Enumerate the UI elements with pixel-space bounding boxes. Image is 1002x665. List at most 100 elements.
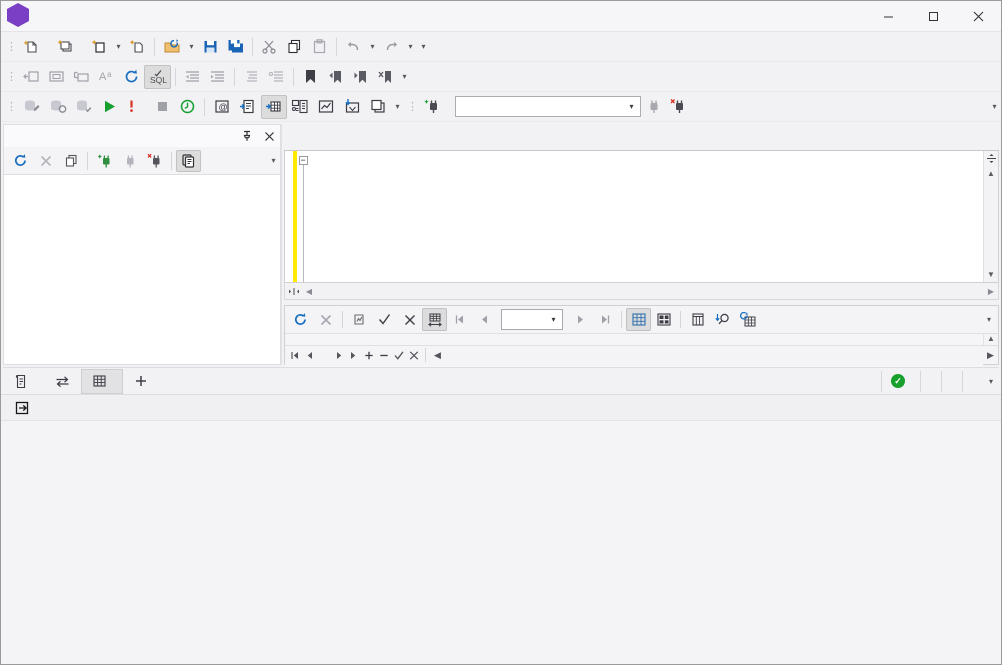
add-result-tab-button[interactable] [123,369,159,394]
execution-history-button[interactable] [175,95,200,119]
tab-text-view[interactable] [3,369,44,394]
disconnect-button[interactable] [641,95,666,119]
export-data-button[interactable] [365,95,391,119]
toolbar-grip-icon[interactable]: ⋮ [6,37,16,57]
menu-file[interactable] [39,11,55,21]
editor-vertical-scrollbar[interactable]: ▲ ▼ [983,151,998,282]
grid-view-button[interactable] [626,308,651,331]
menu-help[interactable] [199,11,215,21]
new-sql-button[interactable] [19,35,53,59]
minimize-button[interactable] [866,1,911,32]
align-right-button[interactable] [239,65,264,89]
import-data-button[interactable] [339,95,365,119]
edit-database-button[interactable] [19,95,45,119]
menu-database[interactable] [87,11,103,21]
grid-vertical-scrollbar[interactable]: ▲ ▼ [983,334,998,345]
status-overflow-icon[interactable]: ▾ [983,377,999,386]
menu-debug[interactable] [151,11,167,21]
chevron-down-icon[interactable]: ▾ [547,310,560,329]
output-bar[interactable] [1,394,1001,420]
sql-editor[interactable]: − ▲ ▼ [284,151,999,283]
explorer-connection-button[interactable] [117,150,142,172]
toolbar-grip-icon[interactable]: ⋮ [6,97,16,117]
grid-fit-columns-button[interactable] [422,308,447,331]
page-size-select[interactable]: ▾ [501,309,563,330]
tab-swap-view[interactable] [44,369,81,394]
previous-page-button[interactable] [472,308,497,331]
toggle-bookmark-button[interactable] [298,65,323,89]
regenerate-script-button[interactable] [735,308,760,331]
nav-post-record-button[interactable] [391,347,406,364]
next-bookmark-button[interactable] [348,65,373,89]
column-chooser-button[interactable] [685,308,710,331]
open-file-dropdown[interactable]: ▾ [185,35,198,59]
explorer-close-connection-button[interactable] [142,150,167,172]
decrease-indent-button[interactable] [180,65,205,89]
execute-to-chart-button[interactable] [313,95,339,119]
menu-edit[interactable] [55,11,71,21]
hscroll-right-button[interactable]: ▶ [984,287,998,296]
cut-button[interactable] [257,35,282,59]
scroll-up-button[interactable]: ▲ [984,166,999,181]
menu-tools[interactable] [167,11,183,21]
editor-fold-column[interactable]: − [297,151,309,282]
nav-insert-record-button[interactable] [361,347,376,364]
increase-indent-button[interactable] [205,65,230,89]
change-case-button[interactable]: Aa [94,65,119,89]
grid-toolbar-overflow[interactable]: ▾ [980,308,998,331]
nav-previous-record-button[interactable] [302,347,317,364]
new-document-button[interactable] [87,35,112,59]
explorer-new-connection-button[interactable] [92,150,117,172]
explorer-clipboard-button[interactable] [176,150,201,172]
redo-button[interactable] [379,35,404,59]
copy-button[interactable] [282,35,307,59]
grid-cancel-button[interactable] [313,308,338,331]
chevron-down-icon[interactable]: ▾ [623,97,640,116]
clear-bookmarks-button[interactable] [373,65,398,89]
last-page-button[interactable] [592,308,617,331]
execute-button[interactable] [122,95,150,119]
grid-hscroll-right-button[interactable]: ▶ [983,347,998,364]
refresh-database-button[interactable] [45,95,71,119]
save-all-button[interactable] [223,35,248,59]
menu-comparison[interactable] [103,11,119,21]
execute-to-grid-button[interactable] [261,95,287,119]
close-panel-button[interactable] [258,126,280,147]
scroll-down-button[interactable]: ▼ [984,267,999,282]
new-document-dropdown[interactable]: ▾ [112,35,125,59]
execute-to-text-button[interactable] [235,95,261,119]
horizontal-split-icon[interactable] [285,286,302,297]
execute-to-variable-button[interactable]: @ [209,95,235,119]
toolbar-overflow[interactable]: ▾ [417,35,430,59]
editor-horizontal-scrollbar[interactable]: ◀ ▶ [284,283,999,300]
grid-export-button[interactable] [347,308,372,331]
pin-panel-button[interactable] [236,126,258,147]
card-view-button[interactable] [651,308,676,331]
execute-toolbar-overflow[interactable]: ▾ [391,95,404,119]
redo-dropdown[interactable]: ▾ [404,35,417,59]
explorer-cancel-button[interactable] [33,150,58,172]
explorer-toolbar-overflow[interactable]: ▾ [267,149,280,173]
stop-button[interactable] [150,95,175,119]
connection-select[interactable]: ▾ [455,96,641,117]
menu-view[interactable] [71,11,87,21]
edit-toolbar-overflow[interactable]: ▾ [398,65,411,89]
surround-with-button[interactable] [44,65,69,89]
new-connection-button[interactable] [420,95,445,119]
sql-code-area[interactable] [309,151,983,282]
undo-dropdown[interactable]: ▾ [366,35,379,59]
close-button[interactable] [956,1,1001,32]
next-page-button[interactable] [567,308,592,331]
hscroll-left-button[interactable]: ◀ [302,287,316,296]
new-query-button[interactable] [53,35,87,59]
fold-toggle-icon[interactable]: − [299,156,308,165]
execute-to-file-button[interactable] [287,95,313,119]
insert-snippet-button[interactable] [19,65,44,89]
previous-bookmark-button[interactable] [323,65,348,89]
grid-post-button[interactable] [372,308,397,331]
run-button[interactable] [97,95,122,119]
maximize-button[interactable] [911,1,956,32]
connection-toolbar-grip-icon[interactable]: ⋮ [407,97,417,117]
save-button[interactable] [198,35,223,59]
nav-delete-record-button[interactable] [376,347,391,364]
